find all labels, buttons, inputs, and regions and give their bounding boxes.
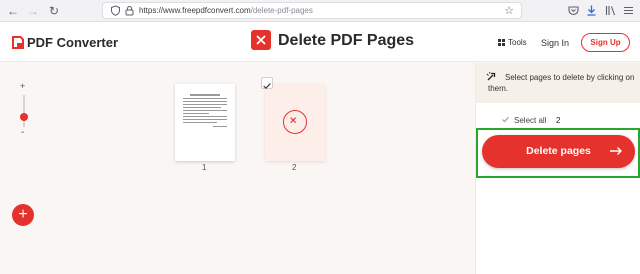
signin-link[interactable]: Sign In [541, 38, 569, 48]
grid-icon [498, 39, 505, 46]
page-number: 1 [202, 163, 207, 172]
zoom-slider-handle[interactable] [20, 113, 28, 121]
zoom-out-button[interactable]: - [21, 127, 24, 138]
page-title: Delete PDF Pages [278, 32, 415, 49]
address-bar[interactable]: https://www.freepdfconvert.com/delete-pd… [102, 2, 522, 19]
forward-icon[interactable]: → [26, 4, 40, 18]
checkmark-icon [263, 83, 271, 89]
download-icon[interactable] [585, 4, 598, 17]
hint-box: Select pages to delete by clicking on th… [476, 63, 640, 103]
tools-button[interactable]: Tools [498, 38, 527, 47]
url-path: /delete-pdf-pages [250, 6, 313, 15]
page-text-preview [183, 94, 227, 129]
zoom-slider[interactable] [23, 95, 25, 127]
library-icon[interactable] [604, 4, 617, 17]
site-header: PDF Converter Delete PDF Pages Tools Sig… [0, 22, 640, 62]
logo-text[interactable]: PDF Converter [27, 35, 118, 50]
tool-badge [251, 30, 271, 50]
pocket-icon[interactable] [567, 4, 580, 17]
close-icon [290, 117, 296, 123]
signup-button[interactable]: Sign Up [581, 33, 630, 52]
hint-text: Select pages to delete by clicking on th… [488, 73, 635, 93]
reload-icon[interactable]: ↻ [47, 4, 61, 18]
url-host: https://www.freepdfconvert.com [139, 6, 251, 15]
tools-label: Tools [508, 38, 527, 47]
selected-count: 2 [556, 116, 561, 125]
select-all-checkbox[interactable] [501, 115, 510, 124]
page-thumbnail-2[interactable] [265, 84, 325, 161]
page-number: 2 [292, 163, 297, 172]
arrow-right-icon [610, 147, 622, 155]
browser-toolbar: ← → ↻ https://www.freepdfconvert.com/del… [0, 0, 640, 22]
close-icon [256, 35, 266, 45]
page-checkbox[interactable] [261, 77, 273, 89]
url-text[interactable]: https://www.freepdfconvert.com/delete-pd… [139, 6, 313, 15]
page-thumbnail-1[interactable] [175, 84, 235, 161]
zoom-in-button[interactable]: + [20, 81, 25, 91]
lock-icon[interactable] [124, 5, 135, 16]
bookmark-star-icon[interactable]: ☆ [504, 4, 514, 18]
add-file-button[interactable]: + [12, 204, 34, 226]
delete-mark [283, 110, 307, 134]
select-all-label[interactable]: Select all [514, 116, 546, 125]
logo-icon[interactable] [12, 36, 24, 49]
side-panel: Select pages to delete by clicking on th… [475, 63, 640, 274]
delete-pages-button[interactable]: Delete pages [482, 135, 635, 168]
back-icon[interactable]: ← [6, 4, 20, 18]
menu-icon[interactable] [622, 4, 635, 17]
shield-icon[interactable] [110, 5, 121, 16]
